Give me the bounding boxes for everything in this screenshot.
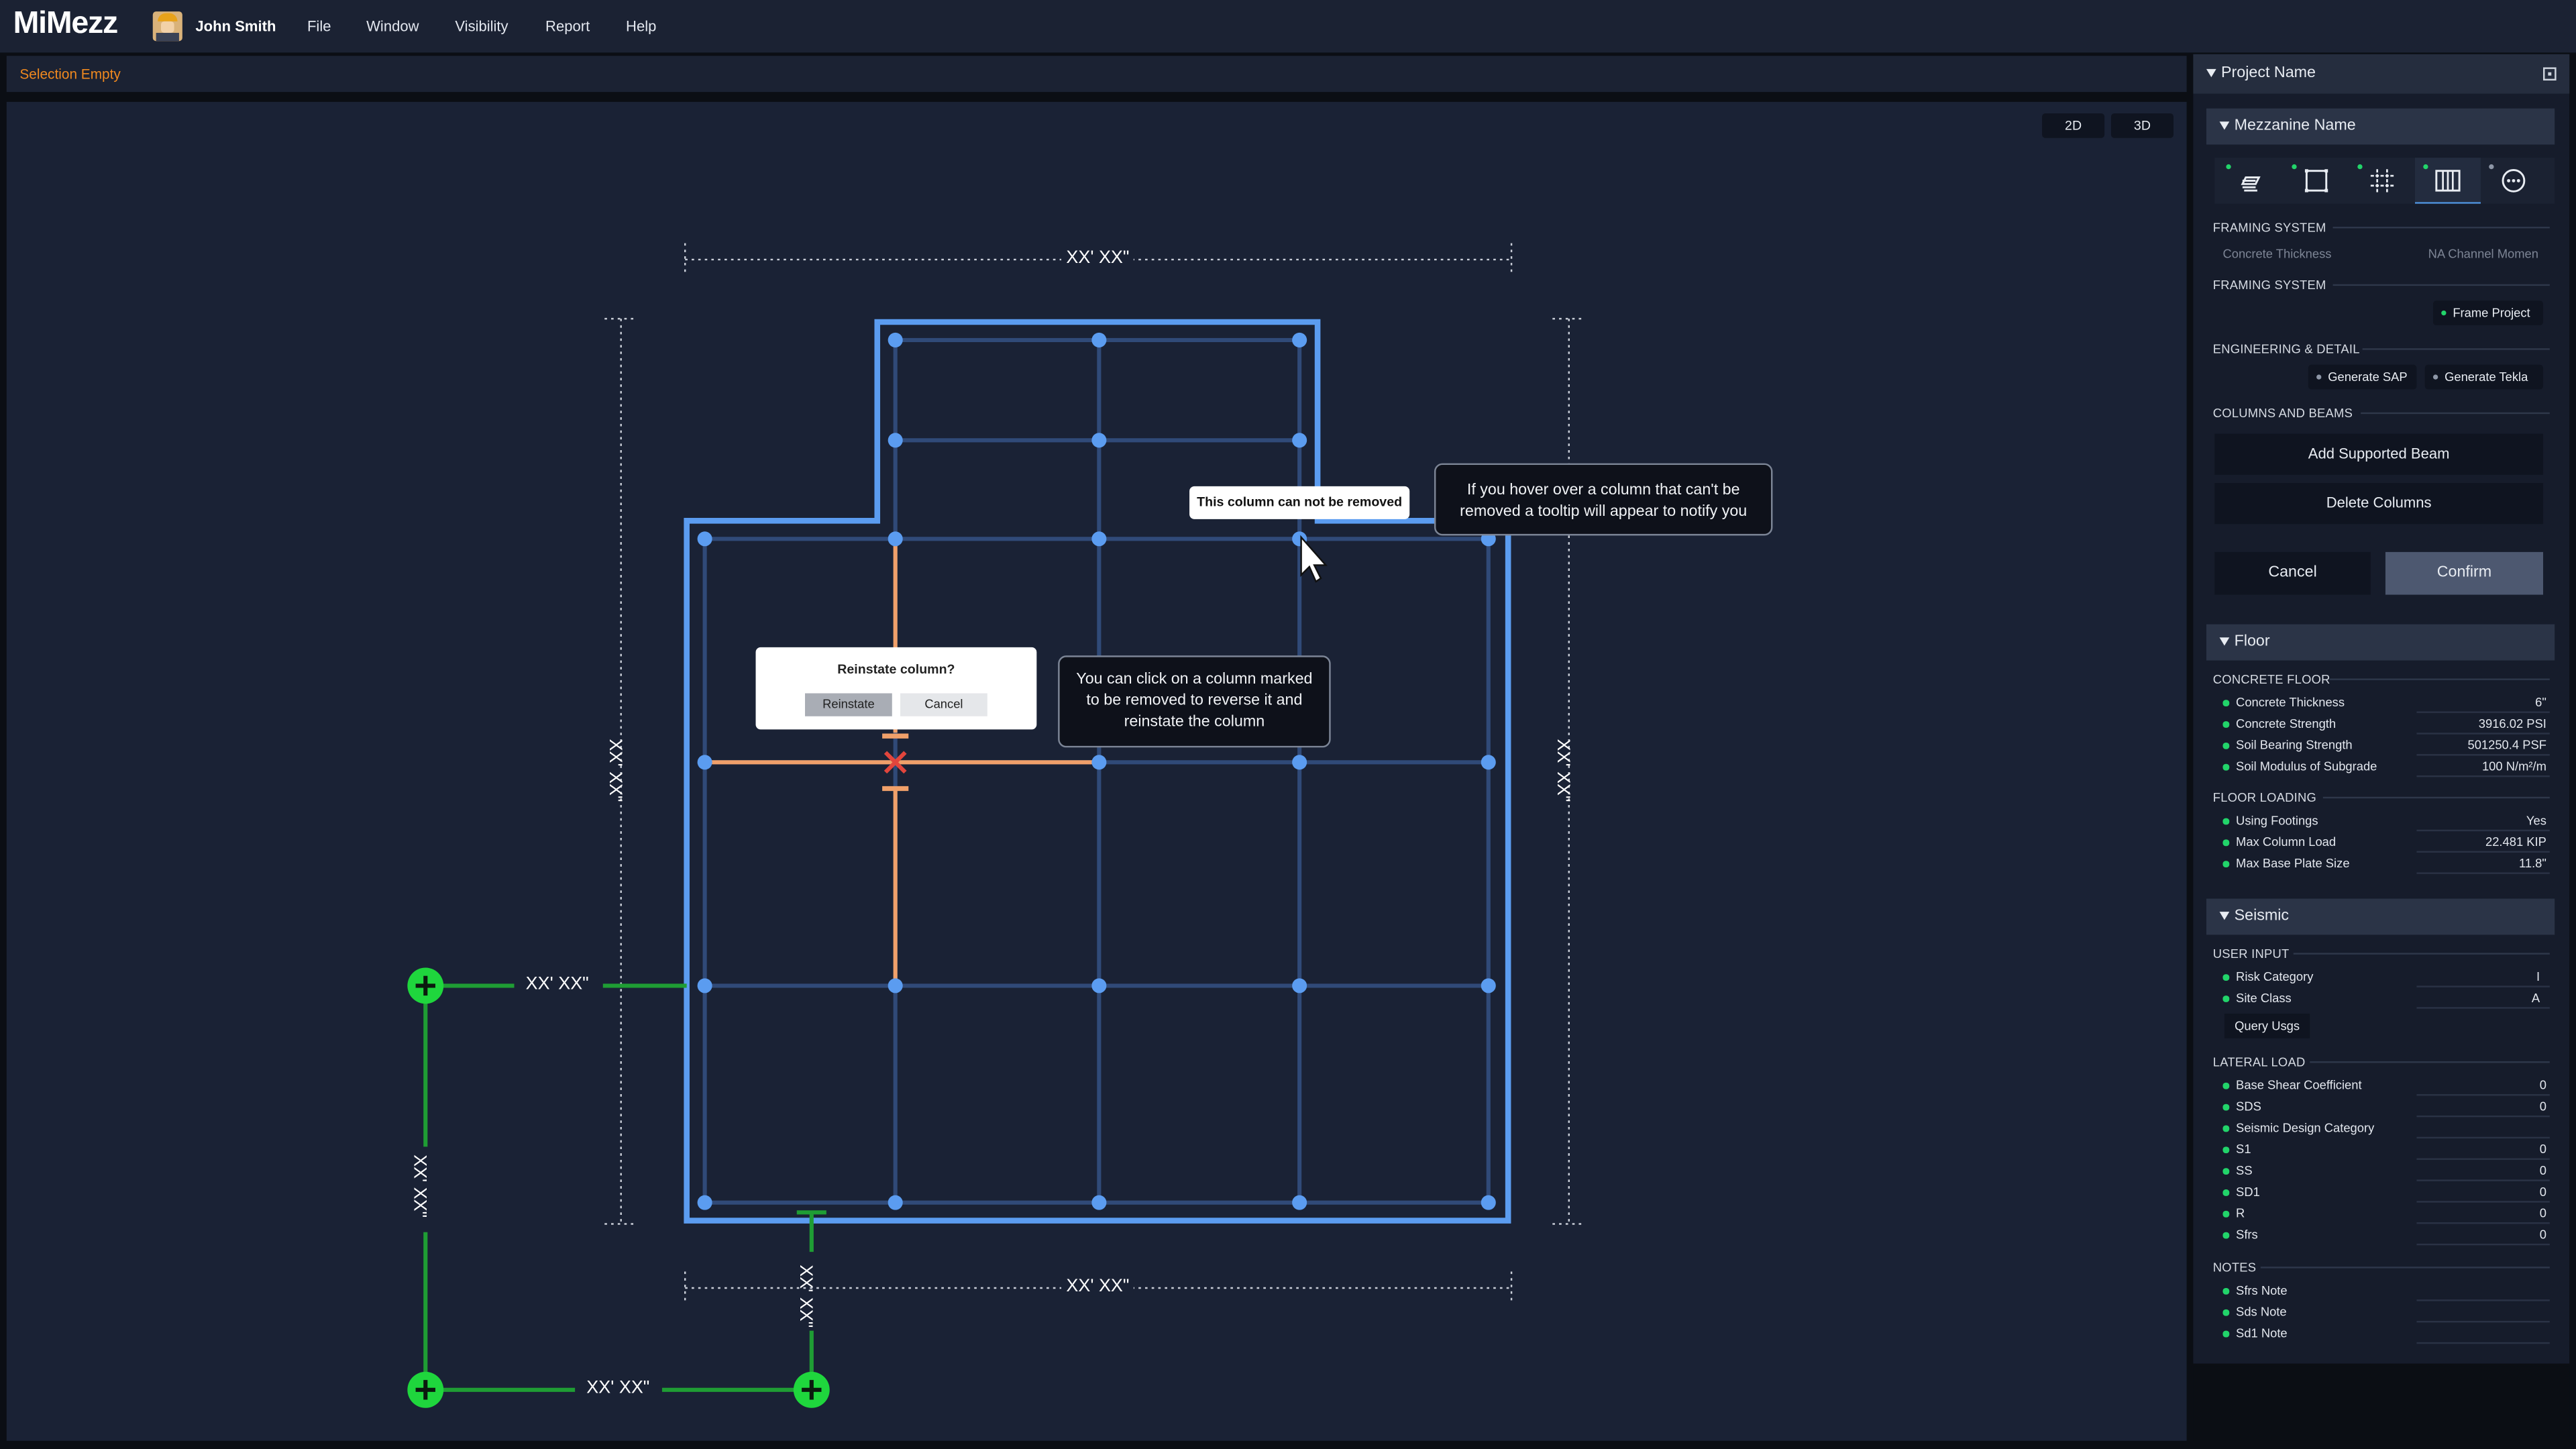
floor-loading-label: FLOOR LOADING [2212,790,2317,806]
green-dim-vertical-mid[interactable]: XX' XX" [796,1265,815,1328]
collapse-triangle-icon [2219,912,2230,920]
dim-top[interactable]: XX' XX" [1061,248,1134,268]
click-callout: You can click on a column marked to be r… [1058,655,1331,748]
prop-row[interactable]: Risk Category I [2222,967,2550,987]
reinstate-dialog: Reinstate column? Reinstate Cancel [755,647,1037,730]
framing-right-text: NA Channel Momen [2428,246,2538,262]
column-tooltip: This column can not be removed [1189,486,1410,519]
grid-icon[interactable] [2349,158,2415,204]
prop-row[interactable]: Soil Modulus of Subgrade 100 N/m²/m [2222,757,2550,777]
mezzanine-header[interactable]: Mezzanine Name [2206,108,2555,145]
prop-row[interactable]: Base Shear Coefficient 0 [2222,1076,2550,1096]
concrete-floor-label: CONCRETE FLOOR [2212,672,2330,687]
generate-sap-button[interactable]: Generate SAP [2308,364,2417,390]
prop-row[interactable]: Concrete Thickness 6" [2222,693,2550,713]
framing-system-label-2: FRAMING SYSTEM [2212,277,2326,292]
prop-row[interactable]: Seismic Design Category [2222,1119,2550,1139]
green-dim-upper[interactable]: XX' XX" [526,974,589,994]
dialog-question: Reinstate column? [837,661,955,677]
minimize-icon[interactable] [2543,67,2557,81]
layers-icon[interactable] [2218,158,2284,204]
green-dim-lower[interactable]: XX' XX" [586,1379,649,1398]
framing-left-text: Concrete Thickness [2222,246,2332,262]
seismic-header[interactable]: Seismic [2206,898,2555,935]
prop-row[interactable]: S1 0 [2222,1140,2550,1160]
lateral-load-label: LATERAL LOAD [2212,1055,2306,1070]
prop-row[interactable]: Using Footings Yes [2222,812,2550,832]
prop-row[interactable]: Sds Note [2222,1303,2550,1323]
prop-row[interactable]: Soil Bearing Strength 501250.4 PSF [2222,736,2550,756]
frame-icon[interactable] [2284,158,2349,204]
engineering-label: ENGINEERING & DETAIL [2212,341,2360,357]
user-input-label: USER INPUT [2212,946,2290,961]
reinstate-button[interactable]: Reinstate [805,693,892,716]
delete-columns-button[interactable]: Delete Columns [2214,483,2544,525]
cancel-button[interactable]: Cancel [2214,551,2371,595]
prop-row[interactable]: R0 [2222,1204,2550,1224]
prop-row[interactable]: Sfrs 0 [2222,1226,2550,1246]
prop-row[interactable]: Max Column Load 22.481 KIP [2222,833,2550,853]
dim-right[interactable]: XX' XX" [1553,739,1572,802]
project-name: Project Name [2221,64,2316,83]
confirm-button[interactable]: Confirm [2385,551,2544,595]
prop-row[interactable]: SD1 0 [2222,1183,2550,1203]
green-dim-vertical-left[interactable]: XX' XX" [409,1155,429,1218]
more-icon[interactable] [2481,158,2546,204]
project-header[interactable]: Project Name [2193,54,2570,94]
dim-left[interactable]: XX' XX" [605,739,625,802]
cursor-icon [1300,535,1328,583]
prop-row[interactable]: SDS 0 [2222,1097,2550,1118]
add-supported-beam-button[interactable]: Add Supported Beam [2214,433,2544,475]
collapse-triangle-icon [2219,637,2230,646]
app-canvas: MiMezz John Smith File Window Visibility… [0,0,2576,1449]
notes-label: NOTES [2212,1260,2257,1275]
columns-beams-label: COLUMNS AND BEAMS [2212,405,2353,421]
dim-bottom[interactable]: XX' XX" [1061,1276,1134,1297]
frame-project-button[interactable]: Frame Project [2432,301,2544,325]
prop-row[interactable]: SS 0 [2222,1161,2550,1181]
collapse-triangle-icon [2206,68,2216,78]
generate-tekla-button[interactable]: Generate Tekla [2424,364,2544,390]
add-grid-icon [407,967,830,1408]
prop-row[interactable]: Concrete Strength 3916.02 PSI [2222,714,2550,735]
framing-system-label: FRAMING SYSTEM [2212,220,2326,235]
floor-header[interactable]: Floor [2206,624,2555,661]
prop-row[interactable]: Site Class A [2222,989,2550,1009]
mezzanine-name: Mezzanine Name [2234,116,2356,135]
prop-row[interactable]: Sd1 Note [2222,1324,2550,1344]
tool-icon-bar [2214,158,2555,204]
collapse-triangle-icon [2219,121,2230,130]
prop-row[interactable]: Max Base Plate Size 11.8" [2222,854,2550,874]
columns-icon[interactable] [2415,158,2481,204]
prop-row[interactable]: Sfrs Note [2222,1281,2550,1301]
query-usgs-button[interactable]: Query Usgs [2224,1014,2310,1038]
hover-callout: If you hover over a column that can't be… [1434,463,1773,536]
dialog-cancel-button[interactable]: Cancel [900,693,987,716]
